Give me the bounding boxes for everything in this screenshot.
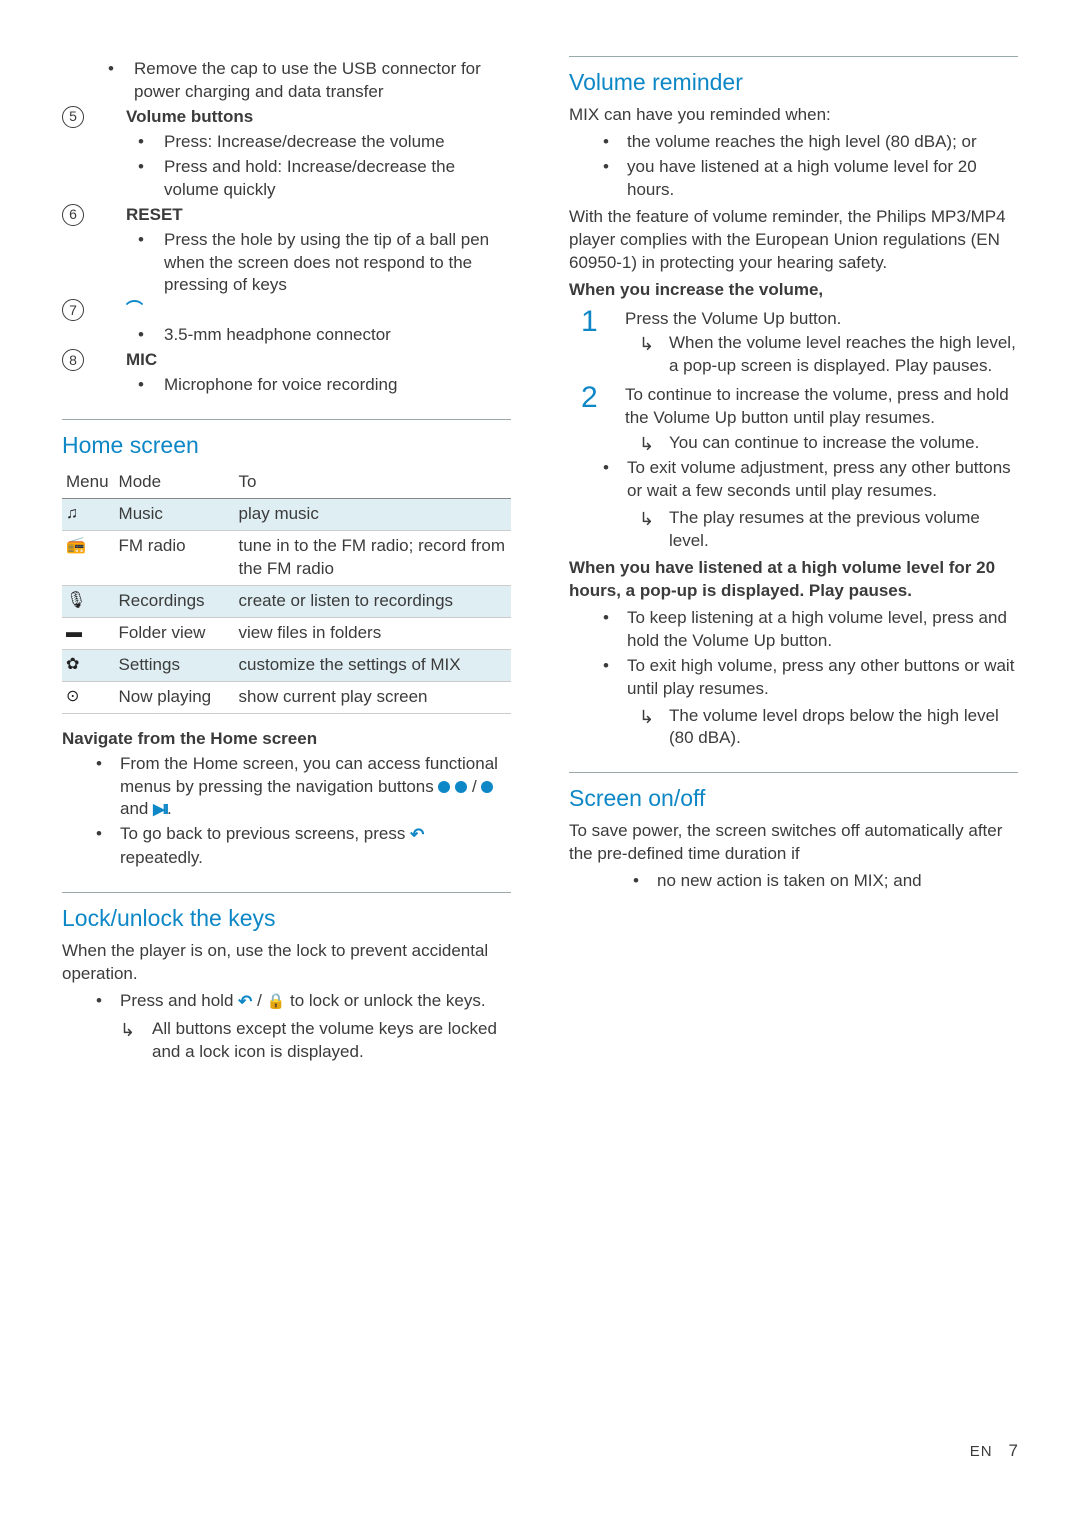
lock-keys-heading: Lock/unlock the keys: [62, 892, 511, 934]
mode-cell: Settings: [115, 649, 235, 681]
lock-bullet: Press and hold ↶ / 🔒 to lock or unlock t…: [62, 990, 511, 1014]
vol-para: With the feature of volume reminder, the…: [569, 206, 1018, 275]
volume-buttons-title: Volume buttons: [126, 106, 511, 129]
lock-icon: 🔒: [267, 993, 286, 1010]
mode-cell: Folder view: [115, 617, 235, 649]
home-menu-table: Menu Mode To ♫Musicplay music📻FM radiotu…: [62, 467, 511, 714]
item-5-number: 5: [62, 106, 84, 128]
menu-icon: ♫: [62, 499, 115, 531]
vol-press-bullet: Press: Increase/decrease the volume: [92, 131, 511, 154]
step-2: 2 To continue to increase the volume, pr…: [569, 384, 1018, 430]
footer-lang: EN: [970, 1442, 993, 1462]
table-row: 🎙Recordingscreate or listen to recording…: [62, 585, 511, 617]
lock-result: All buttons except the volume keys are l…: [62, 1018, 511, 1064]
menu-icon: ⊙: [62, 681, 115, 713]
to-cell: view files in folders: [235, 617, 511, 649]
nav-bullet-2: To go back to previous screens, press ↶ …: [62, 823, 511, 870]
to-cell: tune in to the FM radio; record from the…: [235, 531, 511, 586]
table-row: 📻FM radiotune in to the FM radio; record…: [62, 531, 511, 586]
item-7-number: 7: [62, 299, 84, 321]
mode-cell: Now playing: [115, 681, 235, 713]
table-row: ♫Musicplay music: [62, 499, 511, 531]
vol-cond-2: you have listened at a high volume level…: [569, 156, 1018, 202]
item-6-number: 6: [62, 204, 84, 226]
menu-icon: 📻: [62, 531, 115, 586]
play-pause-icon: ▶II: [153, 801, 167, 818]
headphone-icon: ⌒: [126, 300, 143, 319]
reset-title: RESET: [126, 204, 511, 227]
back-icon: ↶: [410, 825, 424, 844]
headphone-bullet: 3.5-mm headphone connector: [92, 324, 511, 347]
footer-page: 7: [1009, 1440, 1018, 1463]
back-icon: ↶: [238, 992, 252, 1011]
screen-intro: To save power, the screen switches off a…: [569, 820, 1018, 866]
menu-icon: ✿: [62, 649, 115, 681]
dot-icon: [481, 781, 493, 793]
dot-icon: [438, 781, 450, 793]
vol-20h-exit: To exit high volume, press any other but…: [569, 655, 1018, 701]
step-1-result: When the volume level reaches the high l…: [569, 332, 1018, 378]
step-2-number: 2: [581, 378, 598, 419]
table-row: ⊙Now playingshow current play screen: [62, 681, 511, 713]
to-cell: show current play screen: [235, 681, 511, 713]
volume-reminder-heading: Volume reminder: [569, 56, 1018, 98]
to-cell: customize the settings of MIX: [235, 649, 511, 681]
navigate-heading: Navigate from the Home screen: [62, 728, 511, 751]
vol-hold-bullet: Press and hold: Increase/decrease the vo…: [92, 156, 511, 202]
mode-cell: Recordings: [115, 585, 235, 617]
col-menu: Menu: [62, 467, 115, 498]
vol-exit-result: The play resumes at the previous volume …: [569, 507, 1018, 553]
reset-bullet: Press the hole by using the tip of a bal…: [92, 229, 511, 298]
menu-icon: ▬: [62, 617, 115, 649]
col-to: To: [235, 467, 511, 498]
vol-cond-1: the volume reaches the high level (80 dB…: [569, 131, 1018, 154]
to-cell: create or listen to recordings: [235, 585, 511, 617]
to-cell: play music: [235, 499, 511, 531]
vol-exit-bullet: To exit volume adjustment, press any oth…: [569, 457, 1018, 503]
mode-cell: FM radio: [115, 531, 235, 586]
step-2-result: You can continue to increase the volume.: [569, 432, 1018, 455]
table-row: ✿Settingscustomize the settings of MIX: [62, 649, 511, 681]
vol-intro: MIX can have you reminded when:: [569, 104, 1018, 127]
step-1: 1 Press the Volume Up button.: [569, 308, 1018, 331]
nav-bullet-1: From the Home screen, you can access fun…: [62, 753, 511, 822]
vol-20h-heading: When you have listened at a high volume …: [569, 557, 1018, 603]
mic-title: MIC: [126, 349, 511, 372]
vol-increase-heading: When you increase the volume,: [569, 279, 1018, 302]
home-screen-heading: Home screen: [62, 419, 511, 461]
mode-cell: Music: [115, 499, 235, 531]
screen-onoff-heading: Screen on/off: [569, 772, 1018, 814]
dot-icon: [455, 781, 467, 793]
vol-20h-keep: To keep listening at a high volume level…: [569, 607, 1018, 653]
screen-cond-1: no new action is taken on MIX; and: [599, 870, 1018, 893]
col-mode: Mode: [115, 467, 235, 498]
menu-icon: 🎙: [62, 585, 115, 617]
vol-20h-result: The volume level drops below the high le…: [569, 705, 1018, 751]
table-row: ▬Folder viewview files in folders: [62, 617, 511, 649]
mic-bullet: Microphone for voice recording: [92, 374, 511, 397]
lock-intro: When the player is on, use the lock to p…: [62, 940, 511, 986]
usb-cap-bullet: Remove the cap to use the USB connector …: [62, 58, 511, 104]
item-8-number: 8: [62, 349, 84, 371]
